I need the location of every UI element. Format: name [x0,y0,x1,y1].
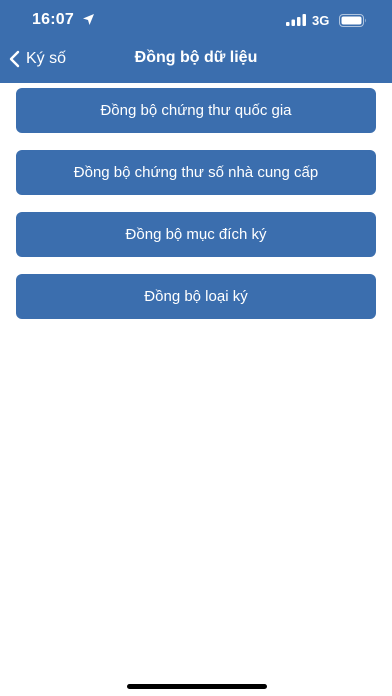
home-indicator[interactable] [127,684,267,689]
sync-signing-purpose-button[interactable]: Đồng bộ mục đích ký [16,212,376,257]
app-header: 16:07 3G Ký số Đồng bộ dữ liệu [0,0,392,83]
sync-menu-list: Đồng bộ chứng thư quốc gia Đồng bộ chứng… [16,88,376,336]
location-arrow-icon [83,14,94,25]
sync-national-certificates-button[interactable]: Đồng bộ chứng thư quốc gia [16,88,376,133]
status-bar: 16:07 3G [0,0,392,42]
battery-icon [339,14,366,27]
page-title: Đồng bộ dữ liệu [134,49,258,66]
cellular-signal-icon [286,14,306,26]
status-time: 16:07 [32,11,74,28]
sync-provider-certificates-button[interactable]: Đồng bộ chứng thư số nhà cung cấp [16,150,376,195]
navigation-bar: Ký số Đồng bộ dữ liệu [0,42,392,83]
sync-signing-type-button[interactable]: Đồng bộ loại ký [16,274,376,319]
network-type-label: 3G [312,13,330,28]
